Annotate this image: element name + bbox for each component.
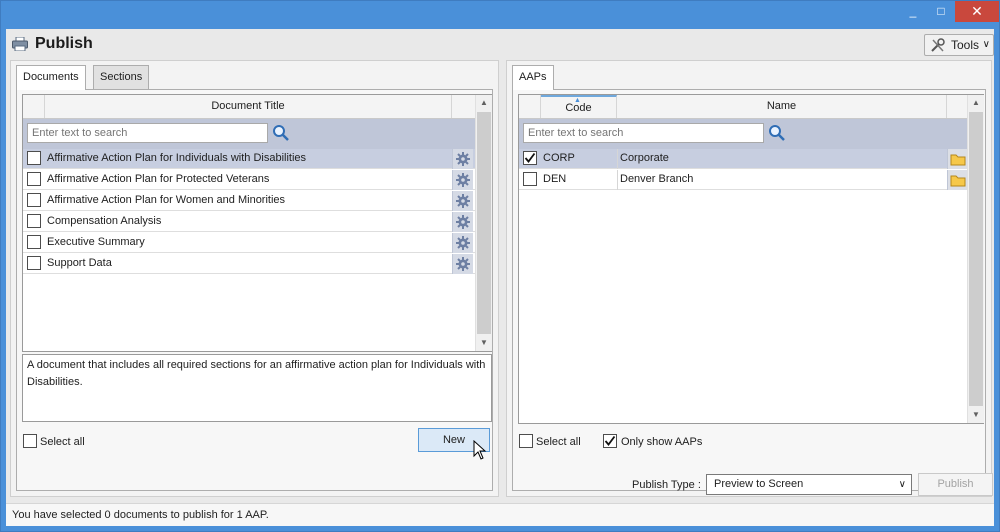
document-row[interactable]: Affirmative Action Plan for Women and Mi… bbox=[23, 191, 475, 211]
document-row[interactable]: Affirmative Action Plan for Individuals … bbox=[23, 149, 475, 169]
scroll-up-icon[interactable]: ▲ bbox=[968, 95, 984, 111]
document-title: Affirmative Action Plan for Women and Mi… bbox=[47, 194, 286, 206]
gear-icon[interactable] bbox=[452, 233, 473, 253]
checkmark-icon bbox=[604, 435, 616, 446]
chevron-down-icon: ∨ bbox=[982, 39, 990, 50]
document-title-column-header[interactable]: Document Title bbox=[45, 95, 452, 118]
aaps-select-all-checkbox[interactable] bbox=[519, 434, 533, 448]
tools-icon bbox=[930, 38, 946, 59]
maximize-button[interactable]: □ bbox=[927, 1, 955, 22]
only-show-aaps-label: Only show AAPs bbox=[621, 436, 703, 448]
document-checkbox[interactable] bbox=[27, 151, 41, 165]
aap-code: DEN bbox=[543, 173, 567, 185]
column-divider bbox=[617, 149, 618, 169]
folder-icon[interactable] bbox=[947, 170, 968, 190]
aaps-scrollbar[interactable]: ▲ ▼ bbox=[967, 95, 984, 423]
document-title: Compensation Analysis bbox=[47, 215, 162, 227]
tools-button[interactable]: Tools ∨ bbox=[924, 34, 994, 56]
aaps-select-all-label: Select all bbox=[536, 436, 581, 448]
aap-checkbox[interactable] bbox=[523, 151, 537, 165]
code-column-header[interactable]: ▲ Code bbox=[541, 95, 617, 118]
publish-button[interactable]: Publish bbox=[918, 473, 993, 496]
close-button[interactable]: ✕ bbox=[955, 1, 999, 22]
checkmark-icon bbox=[524, 152, 536, 163]
tab-sections[interactable]: Sections bbox=[93, 65, 150, 89]
select-all-label: Select all bbox=[40, 436, 85, 448]
aap-checkbox[interactable] bbox=[523, 172, 537, 186]
gear-icon[interactable] bbox=[452, 212, 473, 232]
gear-icon[interactable] bbox=[452, 170, 473, 190]
gear-icon[interactable] bbox=[452, 191, 473, 211]
aap-code: CORP bbox=[543, 152, 575, 164]
search-icon[interactable] bbox=[768, 124, 788, 144]
document-title: Executive Summary bbox=[47, 236, 145, 248]
cursor-icon bbox=[473, 439, 487, 463]
documents-grid: Document Title Affirmative Action Plan f… bbox=[22, 94, 492, 352]
documents-pane: Documents Sections Document Title Enter … bbox=[10, 60, 499, 497]
only-show-aaps-checkbox[interactable] bbox=[603, 434, 617, 448]
scrollbar-thumb[interactable] bbox=[969, 112, 983, 406]
publish-type-select[interactable]: Preview to Screen ∨ bbox=[706, 474, 912, 495]
tools-label: Tools bbox=[951, 38, 980, 52]
folder-column-header bbox=[947, 95, 967, 118]
documents-search-input[interactable] bbox=[27, 123, 268, 143]
document-checkbox[interactable] bbox=[27, 214, 41, 228]
aap-row[interactable]: DEN Denver Branch bbox=[519, 170, 968, 190]
tab-documents[interactable]: Documents bbox=[16, 65, 86, 90]
publish-type-value: Preview to Screen bbox=[714, 478, 804, 490]
checkbox-column-header bbox=[519, 95, 541, 118]
documents-search-band bbox=[23, 119, 475, 149]
checkbox-column-header bbox=[23, 95, 45, 118]
scroll-up-icon[interactable]: ▲ bbox=[476, 95, 492, 111]
page-title: Publish bbox=[35, 35, 93, 52]
document-row[interactable]: Support Data bbox=[23, 254, 475, 274]
document-checkbox[interactable] bbox=[27, 172, 41, 186]
document-checkbox[interactable] bbox=[27, 193, 41, 207]
client-area: Publish Tools ∨ Documents Sections Docum… bbox=[6, 29, 994, 526]
scroll-down-icon[interactable]: ▼ bbox=[968, 407, 984, 423]
gear-icon[interactable] bbox=[452, 254, 473, 274]
printer-icon bbox=[12, 36, 28, 52]
sort-ascending-icon: ▲ bbox=[574, 97, 581, 104]
search-icon[interactable] bbox=[272, 124, 292, 144]
aaps-pane: AAPs ▲ Code Name Enter text to search CO… bbox=[506, 60, 992, 497]
aaps-search-band bbox=[519, 119, 967, 149]
tab-aaps[interactable]: AAPs bbox=[512, 65, 554, 90]
document-row[interactable]: Executive Summary bbox=[23, 233, 475, 253]
aap-name: Denver Branch bbox=[620, 173, 694, 185]
select-all-checkbox[interactable] bbox=[23, 434, 37, 448]
aaps-grid-header: ▲ Code Name bbox=[519, 95, 967, 119]
gear-icon[interactable] bbox=[452, 149, 473, 169]
document-checkbox[interactable] bbox=[27, 256, 41, 270]
name-column-header[interactable]: Name bbox=[617, 95, 947, 118]
document-title: Affirmative Action Plan for Individuals … bbox=[47, 152, 307, 164]
publish-footer: Publish Type : Preview to Screen ∨ Publi… bbox=[6, 473, 994, 500]
document-description: A document that includes all required se… bbox=[22, 354, 492, 422]
documents-tab-body: Document Title Affirmative Action Plan f… bbox=[16, 89, 493, 491]
aaps-grid: ▲ Code Name Enter text to search CORP Co… bbox=[518, 94, 984, 424]
document-row[interactable]: Compensation Analysis bbox=[23, 212, 475, 232]
settings-column-header bbox=[452, 95, 475, 118]
column-divider bbox=[617, 170, 618, 190]
document-row[interactable]: Affirmative Action Plan for Protected Ve… bbox=[23, 170, 475, 190]
header: Publish Tools ∨ bbox=[6, 29, 994, 61]
publish-window: _ □ ✕ Publish Tools ∨ Documents Sections… bbox=[0, 0, 1000, 532]
documents-grid-header: Document Title bbox=[23, 95, 475, 119]
aaps-tab-body: ▲ Code Name Enter text to search CORP Co… bbox=[512, 89, 986, 491]
scrollbar-thumb[interactable] bbox=[477, 112, 491, 334]
scroll-down-icon[interactable]: ▼ bbox=[476, 335, 492, 351]
minimize-button[interactable]: _ bbox=[899, 1, 927, 22]
document-title: Support Data bbox=[47, 257, 112, 269]
folder-icon[interactable] bbox=[947, 149, 968, 169]
publish-type-label: Publish Type : bbox=[632, 479, 701, 491]
chevron-down-icon: ∨ bbox=[898, 479, 906, 490]
document-checkbox[interactable] bbox=[27, 235, 41, 249]
aaps-search-input[interactable] bbox=[523, 123, 764, 143]
status-bar: You have selected 0 documents to publish… bbox=[6, 503, 994, 526]
documents-scrollbar[interactable]: ▲ ▼ bbox=[475, 95, 492, 351]
title-bar: _ □ ✕ bbox=[1, 1, 999, 29]
aap-name: Corporate bbox=[620, 152, 669, 164]
document-title: Affirmative Action Plan for Protected Ve… bbox=[47, 173, 270, 185]
aap-row[interactable]: CORP Corporate bbox=[519, 149, 968, 169]
